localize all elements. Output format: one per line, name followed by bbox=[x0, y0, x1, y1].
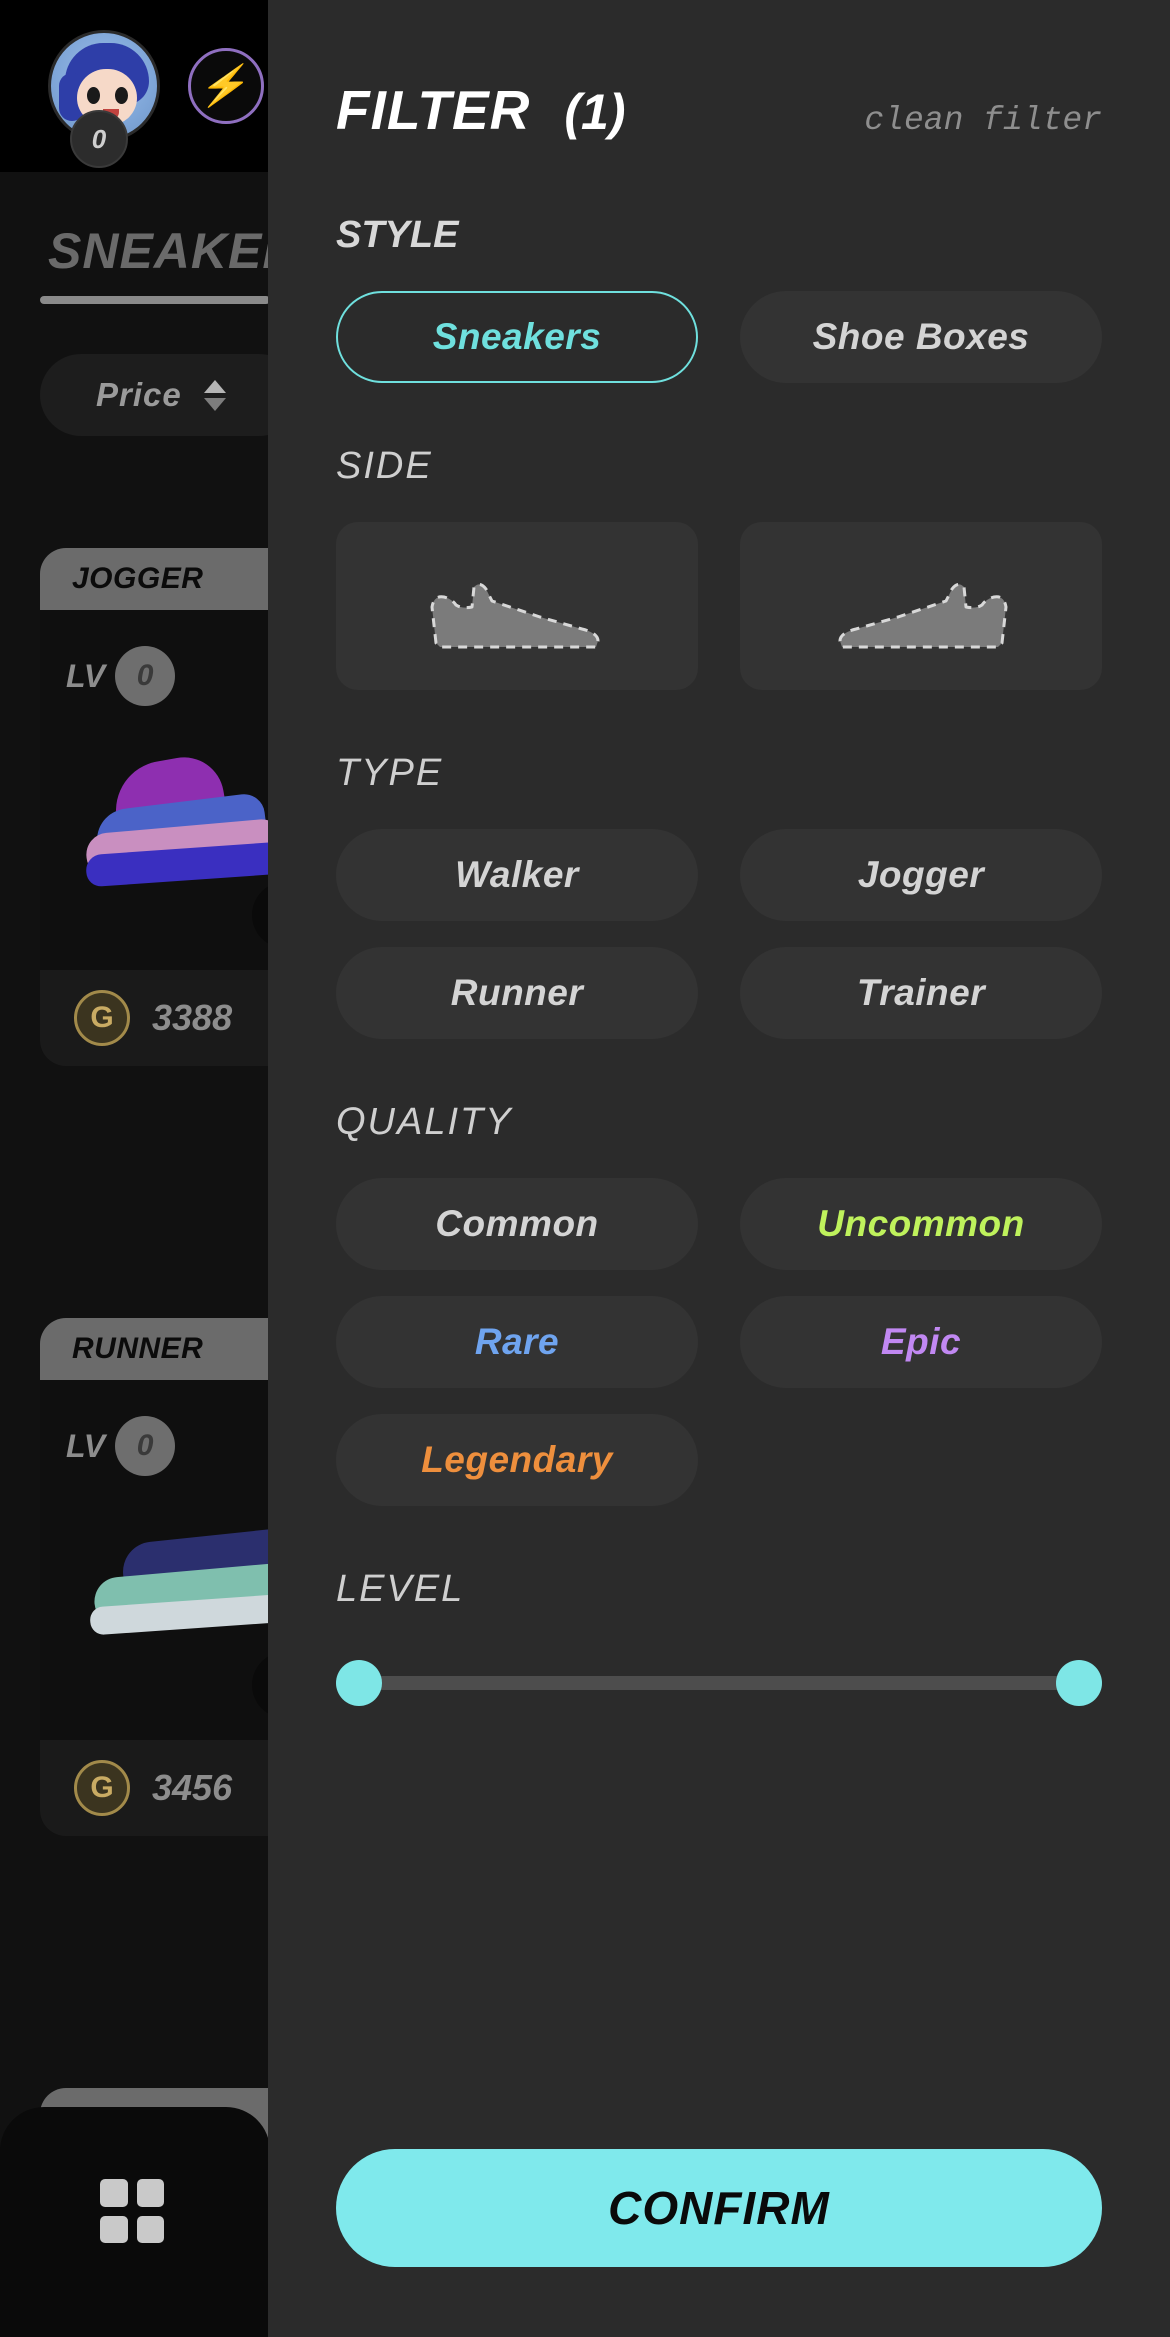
quality-options: Common Uncommon Rare Epic Legendary bbox=[336, 1178, 1102, 1506]
filter-panel: FILTER (1) clean filter STYLE Sneakers S… bbox=[268, 0, 1170, 2337]
quality-option-rare[interactable]: Rare bbox=[336, 1296, 698, 1388]
app-screen: 0 ⚡ SNEAKERS Price JOGGER LV 0 G 3388 RU… bbox=[0, 0, 1170, 2337]
type-option-walker[interactable]: Walker bbox=[336, 829, 698, 921]
section-label-type: TYPE bbox=[336, 752, 444, 794]
top-bar: 0 ⚡ bbox=[0, 0, 270, 172]
style-option-shoe-boxes[interactable]: Shoe Boxes bbox=[740, 291, 1102, 383]
quality-option-legendary[interactable]: Legendary bbox=[336, 1414, 698, 1506]
page-title: FILTER bbox=[336, 79, 531, 141]
avatar-eye-left bbox=[87, 87, 100, 104]
price-sort-label: Price bbox=[96, 376, 182, 413]
coin-icon: G bbox=[74, 990, 130, 1046]
avatar-level-badge: 0 bbox=[70, 110, 128, 168]
confirm-button[interactable]: CONFIRM bbox=[336, 2149, 1102, 2267]
bottom-nav bbox=[0, 2107, 270, 2337]
filter-count-badge: (1) bbox=[564, 84, 626, 140]
filter-header: FILTER (1) clean filter bbox=[336, 0, 1102, 142]
card-price: 3388 bbox=[152, 997, 233, 1038]
card-level: LV 0 bbox=[66, 1416, 176, 1476]
style-options: Sneakers Shoe Boxes bbox=[336, 291, 1102, 383]
side-option-left[interactable] bbox=[336, 522, 698, 690]
bolt-glyph: ⚡ bbox=[196, 64, 256, 108]
style-option-sneakers[interactable]: Sneakers bbox=[336, 291, 698, 383]
section-label-level: LEVEL bbox=[336, 1568, 465, 1610]
level-slider-max-handle[interactable] bbox=[1056, 1660, 1102, 1706]
type-option-runner[interactable]: Runner bbox=[336, 947, 698, 1039]
page-title-underline bbox=[40, 296, 270, 304]
sort-updown-icon bbox=[203, 379, 226, 411]
card-level-label: LV bbox=[66, 1427, 106, 1464]
avatar-eye-right bbox=[115, 87, 128, 104]
type-option-jogger[interactable]: Jogger bbox=[740, 829, 1102, 921]
quality-option-common[interactable]: Common bbox=[336, 1178, 698, 1270]
right-shoe-silhouette-icon bbox=[826, 559, 1016, 654]
clean-filter-button[interactable]: clean filter bbox=[864, 102, 1102, 139]
type-option-trainer[interactable]: Trainer bbox=[740, 947, 1102, 1039]
card-level-label: LV bbox=[66, 657, 106, 694]
section-label-style: STYLE bbox=[336, 214, 459, 256]
level-slider-track bbox=[358, 1676, 1080, 1690]
card-level-value: 0 bbox=[115, 1416, 176, 1476]
price-sort-dropdown[interactable]: Price bbox=[40, 354, 300, 436]
avatar[interactable]: 0 bbox=[48, 30, 160, 168]
card-level: LV 0 bbox=[66, 646, 176, 706]
quality-option-uncommon[interactable]: Uncommon bbox=[740, 1178, 1102, 1270]
level-slider-min-handle[interactable] bbox=[336, 1660, 382, 1706]
lightning-bolt-icon[interactable]: ⚡ bbox=[188, 48, 264, 124]
type-options: Walker Jogger Runner Trainer bbox=[336, 829, 1102, 1039]
grid-menu-icon[interactable] bbox=[100, 2179, 164, 2243]
level-range-slider[interactable] bbox=[336, 1655, 1102, 1711]
side-option-right[interactable] bbox=[740, 522, 1102, 690]
card-price: 3456 bbox=[152, 1767, 233, 1808]
section-label-side: SIDE bbox=[336, 445, 433, 487]
left-shoe-silhouette-icon bbox=[422, 559, 612, 654]
side-options bbox=[336, 522, 1102, 690]
coin-icon: G bbox=[74, 1760, 130, 1816]
card-level-value: 0 bbox=[115, 646, 176, 706]
section-label-quality: QUALITY bbox=[336, 1101, 513, 1143]
quality-option-epic[interactable]: Epic bbox=[740, 1296, 1102, 1388]
